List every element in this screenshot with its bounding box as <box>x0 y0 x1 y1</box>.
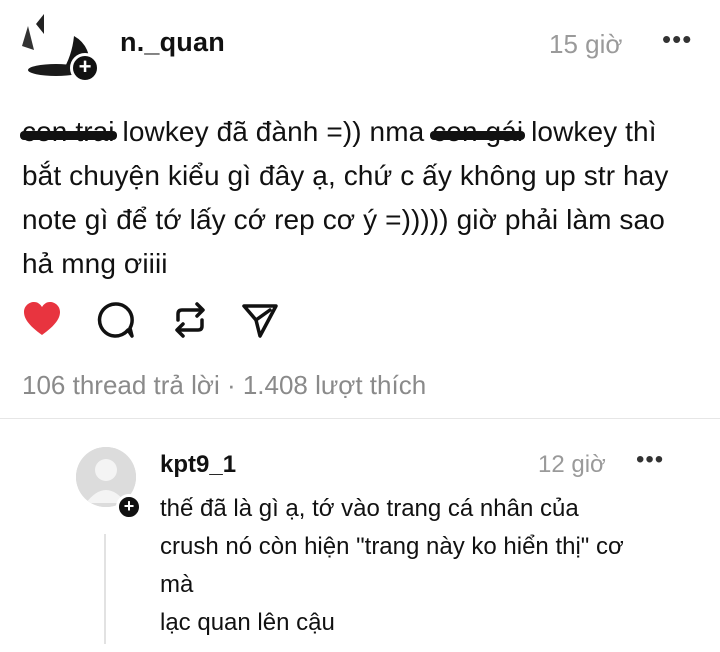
thread-line <box>104 534 106 644</box>
reply-username[interactable]: kpt9_1 <box>160 451 236 479</box>
reply-line: thế đã là gì ạ, tớ vào trang cá nhân của <box>160 495 579 522</box>
divider <box>0 418 720 419</box>
comment-icon[interactable] <box>96 300 136 340</box>
post-timestamp: 15 giờ <box>549 29 623 59</box>
scribbled-text: con trai <box>20 110 117 154</box>
post-text: con trai lowkey đã đành =)) nma con gái … <box>20 110 702 286</box>
more-options-icon[interactable]: ••• <box>662 24 692 55</box>
repost-icon[interactable] <box>170 300 210 340</box>
reply-line: lạc quan lên cậu <box>160 609 335 636</box>
send-icon[interactable] <box>240 300 280 340</box>
reply-line: crush nó còn hiện "trang này ko hiển thị… <box>160 533 624 560</box>
follow-plus-icon[interactable]: + <box>116 494 142 520</box>
reply-line: mà <box>160 571 194 598</box>
scribbled-text: con gái <box>430 110 526 154</box>
heart-icon[interactable] <box>22 300 62 340</box>
post-text-segment: lowkey đã đành =)) nma <box>114 116 433 147</box>
author-username[interactable]: n._quan <box>120 27 225 58</box>
reply-timestamp: 12 giờ <box>538 451 606 478</box>
reply-text: thế đã là gì ạ, tớ vào trang cá nhân của… <box>160 490 680 642</box>
more-options-icon[interactable]: ••• <box>636 446 664 474</box>
follow-plus-icon[interactable]: + <box>70 53 100 83</box>
post-stats[interactable]: 106 thread trả lời · 1.408 lượt thích <box>22 370 426 401</box>
